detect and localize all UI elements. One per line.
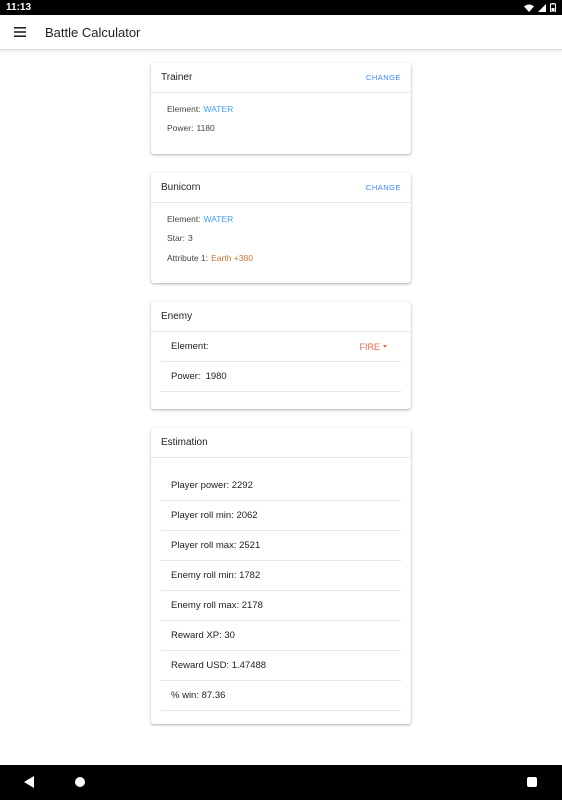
estimation-row: Enemy roll min: 1782 xyxy=(161,561,401,591)
bunicorn-element-value: WATER xyxy=(203,213,234,224)
enemy-element-label: Element: xyxy=(171,341,209,352)
bunicorn-element-label: Element: xyxy=(167,213,201,224)
enemy-element-select[interactable]: FIRE xyxy=(359,342,387,352)
bunicorn-card-body: Element: WATER Star: 3 Attribute 1: Eart… xyxy=(151,203,411,274)
bunicorn-change-button[interactable]: CHANGE xyxy=(366,183,401,192)
bunicorn-attribute-value: Earth +380 xyxy=(211,252,253,263)
enemy-card-title: Enemy xyxy=(161,311,193,322)
system-nav-bar xyxy=(0,765,562,800)
estimation-row: Player roll min: 2062 xyxy=(161,501,401,531)
estimation-row: Reward USD: 1.47488 xyxy=(161,651,401,681)
enemy-card: Enemy Element: FIRE Power: 1980 xyxy=(151,302,411,409)
enemy-card-header: Enemy xyxy=(151,302,411,332)
bunicorn-card-header: Bunicorn CHANGE xyxy=(151,173,411,203)
bunicorn-attribute-label: Attribute 1: xyxy=(167,252,209,263)
bunicorn-element: Element: WATER xyxy=(167,209,395,229)
main-content: Trainer CHANGE Element: WATER Power: 118… xyxy=(0,50,562,765)
bunicorn-attribute: Attribute 1: Earth +380 xyxy=(167,248,395,268)
estimation-row: Player power: 2292 xyxy=(161,471,401,501)
app-title: Battle Calculator xyxy=(45,24,141,40)
trainer-card-title: Trainer xyxy=(161,72,193,83)
bunicorn-card-title: Bunicorn xyxy=(161,182,201,193)
trainer-element-value: WATER xyxy=(203,103,234,114)
estimation-row: Enemy roll max: 2178 xyxy=(161,591,401,621)
bunicorn-star-value: 3 xyxy=(187,233,193,244)
estimation-card-title: Estimation xyxy=(161,437,208,448)
bunicorn-star-label: Star: xyxy=(167,233,185,244)
estimation-row: Reward XP: 30 xyxy=(161,621,401,651)
estimation-card: Estimation Player power: 2292 Player rol… xyxy=(151,428,411,724)
menu-button[interactable] xyxy=(8,20,32,44)
estimation-row: % win: 87.36 xyxy=(161,681,401,711)
enemy-power-row[interactable]: Power: 1980 xyxy=(161,362,401,392)
enemy-power-value: 1980 xyxy=(205,371,227,382)
dropdown-arrow-icon xyxy=(383,345,387,348)
estimation-card-header: Estimation xyxy=(151,428,411,458)
estimation-row: Player roll max: 2521 xyxy=(161,531,401,561)
bunicorn-card: Bunicorn CHANGE Element: WATER Star: 3 A… xyxy=(151,173,411,283)
wifi-icon xyxy=(524,4,534,12)
enemy-element-row: Element: FIRE xyxy=(161,332,401,362)
trainer-card-header: Trainer CHANGE xyxy=(151,63,411,93)
status-bar: 11:13 xyxy=(0,0,562,15)
trainer-power-value: 1180 xyxy=(196,123,215,134)
app-bar: Battle Calculator xyxy=(0,15,562,50)
hamburger-menu-icon xyxy=(14,27,26,37)
trainer-change-button[interactable]: CHANGE xyxy=(366,73,401,82)
signal-icon xyxy=(538,3,546,12)
trainer-element: Element: WATER xyxy=(167,99,395,119)
status-icons xyxy=(524,3,556,12)
bunicorn-star: Star: 3 xyxy=(167,229,395,249)
enemy-element-value: FIRE xyxy=(359,341,380,352)
trainer-card: Trainer CHANGE Element: WATER Power: 118… xyxy=(151,63,411,154)
trainer-power-label: Power: xyxy=(167,123,194,134)
recent-apps-icon[interactable] xyxy=(527,777,537,787)
home-icon[interactable] xyxy=(75,777,85,787)
trainer-power: Power: 1180 xyxy=(167,119,395,139)
trainer-card-body: Element: WATER Power: 1180 xyxy=(151,93,411,144)
enemy-power-label: Power: xyxy=(171,371,201,382)
back-icon[interactable] xyxy=(24,776,34,788)
status-time: 11:13 xyxy=(6,2,32,13)
trainer-element-label: Element: xyxy=(167,103,201,114)
battery-icon xyxy=(550,3,556,12)
